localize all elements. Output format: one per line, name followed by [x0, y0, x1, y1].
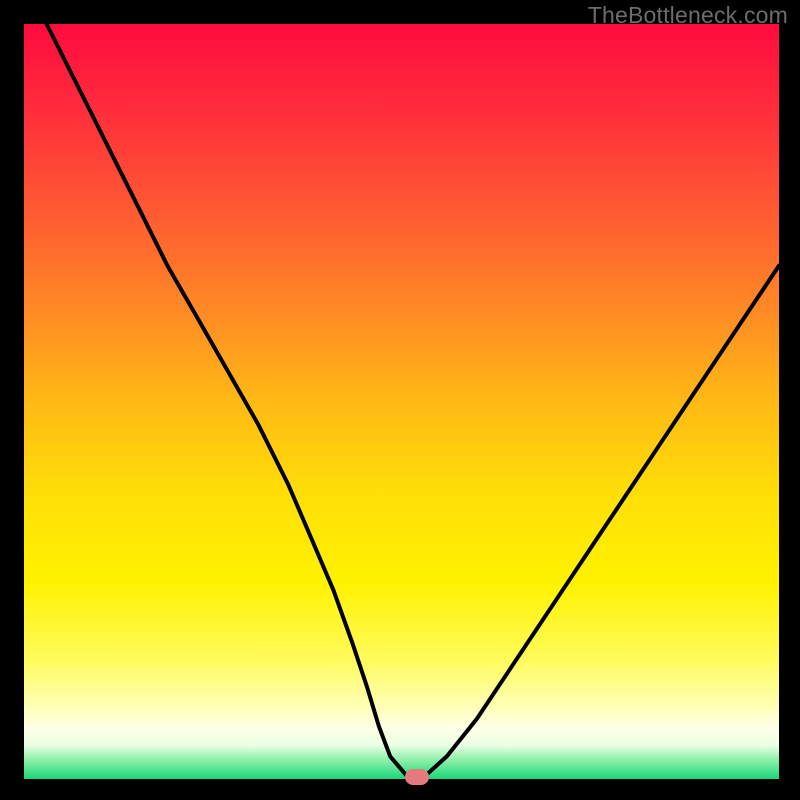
chart-stage: TheBottleneck.com [0, 0, 800, 800]
watermark-label: TheBottleneck.com [588, 2, 788, 29]
bottleneck-curve [24, 24, 779, 779]
plot-area [24, 24, 779, 779]
optimum-marker [405, 769, 429, 785]
